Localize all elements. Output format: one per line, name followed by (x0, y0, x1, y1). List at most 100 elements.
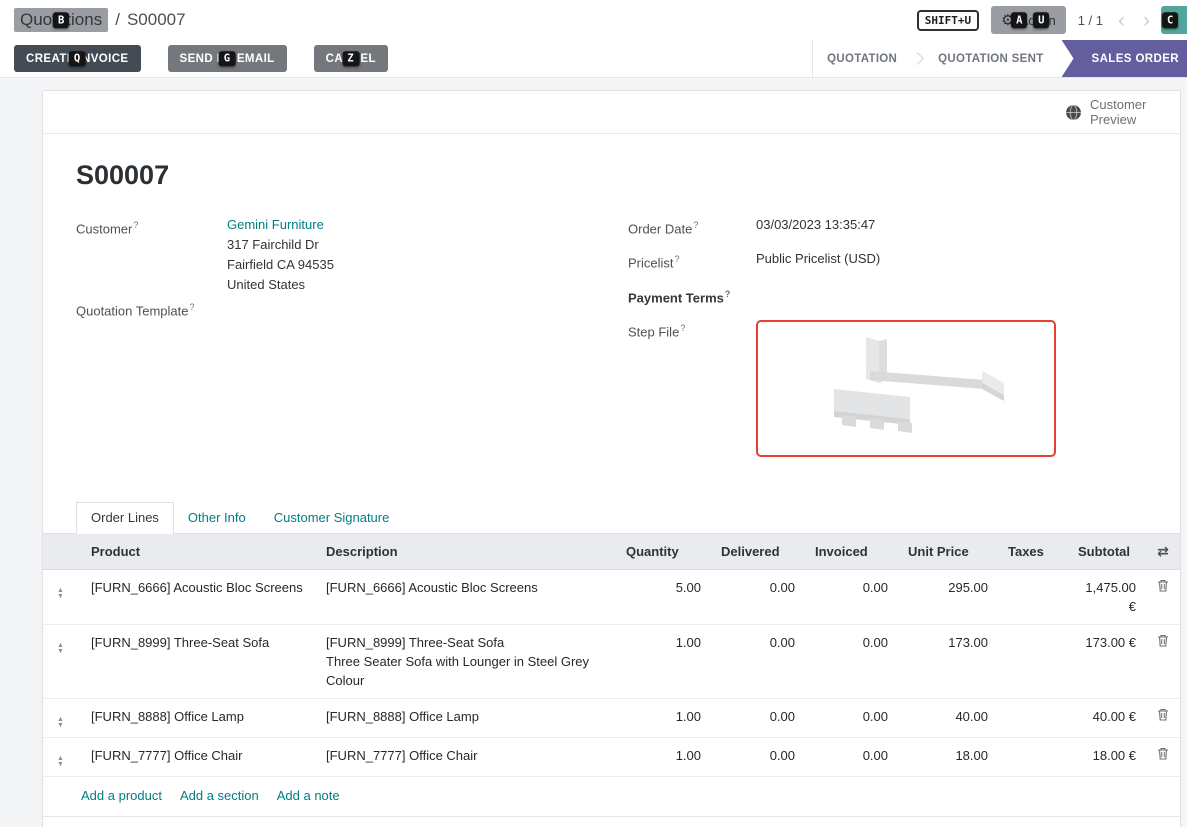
quantity-cell[interactable]: 1.00 (616, 698, 711, 737)
invoiced-cell[interactable]: 0.00 (805, 698, 898, 737)
drag-handle-cell (43, 737, 81, 776)
taxes-cell[interactable] (998, 737, 1068, 776)
drag-handle-cell (43, 624, 81, 698)
step-file-field-row: Step File? (628, 318, 1147, 457)
unit-price-cell[interactable]: 295.00 (898, 569, 998, 624)
pricelist-field-value[interactable]: Public Pricelist (USD) (756, 249, 880, 273)
statusbar: QUOTATION QUOTATION SENT SALES ORDER (812, 40, 1187, 77)
description-cell[interactable]: [FURN_8999] Three-Seat Sofa Three Seater… (316, 624, 616, 698)
tab-order-lines[interactable]: Order Lines (76, 502, 174, 534)
customer-field-row: Customer? Gemini Furniture 317 Fairchild… (76, 215, 628, 295)
step-file-image[interactable] (756, 320, 1056, 457)
table-row: [FURN_6666] Acoustic Bloc Screens [FURN_… (43, 569, 1180, 624)
delete-row-cell[interactable] (1146, 624, 1180, 698)
delete-row-cell[interactable] (1146, 737, 1180, 776)
column-header-product[interactable]: Product (81, 534, 316, 570)
column-header-subtotal[interactable]: Subtotal (1068, 534, 1146, 570)
breadcrumb-quotations-link[interactable]: Quotations B (14, 8, 108, 32)
stage-sales-order[interactable]: SALES ORDER (1062, 40, 1187, 77)
quantity-cell[interactable]: 1.00 (616, 624, 711, 698)
invoiced-cell[interactable]: 0.00 (805, 569, 898, 624)
add-product-link[interactable]: Add a product (81, 788, 162, 803)
product-cell[interactable]: [FURN_7777] Office Chair (81, 737, 316, 776)
help-icon: ? (190, 302, 195, 312)
unit-price-cell[interactable]: 18.00 (898, 737, 998, 776)
chevron-left-icon[interactable]: ‹ (1115, 10, 1128, 31)
send-by-email-button[interactable]: SEND BY EMAIL G (168, 45, 287, 72)
quantity-cell[interactable]: 5.00 (616, 569, 711, 624)
description-cell[interactable]: [FURN_8888] Office Lamp (316, 698, 616, 737)
step-file-field-label: Step File? (628, 318, 756, 457)
drag-handle-icon[interactable] (57, 588, 64, 600)
product-cell[interactable]: [FURN_8888] Office Lamp (81, 698, 316, 737)
column-header-quantity[interactable]: Quantity (616, 534, 711, 570)
order-date-field-value[interactable]: 03/03/2023 13:35:47 (756, 215, 875, 239)
chevron-right-icon[interactable]: › (1140, 10, 1153, 31)
customer-address-line: United States (227, 275, 334, 295)
help-icon: ? (133, 220, 138, 230)
unit-price-cell[interactable]: 173.00 (898, 624, 998, 698)
drag-handle-cell (43, 569, 81, 624)
shortcut-badge-action-u: U (1033, 12, 1049, 28)
invoiced-cell[interactable]: 0.00 (805, 624, 898, 698)
add-note-link[interactable]: Add a note (277, 788, 340, 803)
help-icon: ? (680, 323, 685, 333)
create-invoice-button[interactable]: CREATE INVOICE Q (14, 45, 141, 72)
taxes-cell[interactable] (998, 624, 1068, 698)
drag-handle-icon[interactable] (57, 643, 64, 655)
create-button[interactable]: C (1161, 6, 1187, 34)
add-section-link[interactable]: Add a section (180, 788, 259, 803)
shortcut-badge-action-a: A (1011, 12, 1027, 28)
customer-link[interactable]: Gemini Furniture (227, 217, 324, 232)
column-header-unit-price[interactable]: Unit Price (898, 534, 998, 570)
drag-handle-icon[interactable] (57, 717, 64, 729)
optional-columns-icon[interactable]: ⇄ (1157, 543, 1169, 559)
table-row: [FURN_8999] Three-Seat Sofa [FURN_8999] … (43, 624, 1180, 698)
delete-row-cell[interactable] (1146, 698, 1180, 737)
cancel-button[interactable]: CANCEL Z (314, 45, 388, 72)
pager-value[interactable]: 1 / 1 (1078, 13, 1103, 28)
column-header-handle (43, 534, 81, 570)
delivered-cell[interactable]: 0.00 (711, 624, 805, 698)
customer-field-label: Customer? (76, 215, 227, 295)
quantity-cell[interactable]: 1.00 (616, 737, 711, 776)
product-cell[interactable]: [FURN_8999] Three-Seat Sofa (81, 624, 316, 698)
taxes-cell[interactable] (998, 569, 1068, 624)
stage-quotation[interactable]: QUOTATION (827, 53, 897, 65)
drag-handle-icon[interactable] (57, 756, 64, 768)
delivered-cell[interactable]: 0.00 (711, 698, 805, 737)
help-icon: ? (693, 220, 698, 230)
subtotal-cell: 1,475.00 € (1068, 569, 1146, 624)
tab-other-info[interactable]: Other Info (174, 503, 260, 533)
table-row: [FURN_8888] Office Lamp [FURN_8888] Offi… (43, 698, 1180, 737)
column-header-delivered[interactable]: Delivered (711, 534, 805, 570)
customer-preview-button[interactable]: Customer Preview (1090, 97, 1162, 127)
sheet-footer: Terms and conditions... Total: 1,706.00 … (43, 817, 1180, 827)
field-column-left: Customer? Gemini Furniture 317 Fairchild… (76, 215, 628, 467)
form-body: S00007 Customer? Gemini Furniture 317 Fa… (43, 160, 1180, 467)
field-column-right: Order Date? 03/03/2023 13:35:47 Pricelis… (628, 215, 1147, 467)
trash-icon (1157, 634, 1169, 647)
field-groups: Customer? Gemini Furniture 317 Fairchild… (76, 215, 1147, 467)
column-header-description[interactable]: Description (316, 534, 616, 570)
shortcut-badge-quotations: B (53, 12, 69, 28)
column-header-invoiced[interactable]: Invoiced (805, 534, 898, 570)
subtotal-cell: 40.00 € (1068, 698, 1146, 737)
column-header-taxes[interactable]: Taxes (998, 534, 1068, 570)
action-menu-button[interactable]: ⚙ Action A U (991, 6, 1066, 34)
description-cell[interactable]: [FURN_7777] Office Chair (316, 737, 616, 776)
delete-row-cell[interactable] (1146, 569, 1180, 624)
description-secondary: Three Seater Sofa with Lounger in Steel … (326, 652, 594, 690)
stage-quotation-sent[interactable]: QUOTATION SENT (938, 53, 1043, 65)
unit-price-cell[interactable]: 40.00 (898, 698, 998, 737)
taxes-cell[interactable] (998, 698, 1068, 737)
delivered-cell[interactable]: 0.00 (711, 569, 805, 624)
invoiced-cell[interactable]: 0.00 (805, 737, 898, 776)
description-cell[interactable]: [FURN_6666] Acoustic Bloc Screens (316, 569, 616, 624)
cad-model-preview (758, 323, 1054, 454)
sheet-header-row: Customer Preview (43, 91, 1180, 134)
delivered-cell[interactable]: 0.00 (711, 737, 805, 776)
shortcut-badge-cancel: Z (342, 51, 359, 67)
product-cell[interactable]: [FURN_6666] Acoustic Bloc Screens (81, 569, 316, 624)
tab-customer-signature[interactable]: Customer Signature (260, 503, 404, 533)
